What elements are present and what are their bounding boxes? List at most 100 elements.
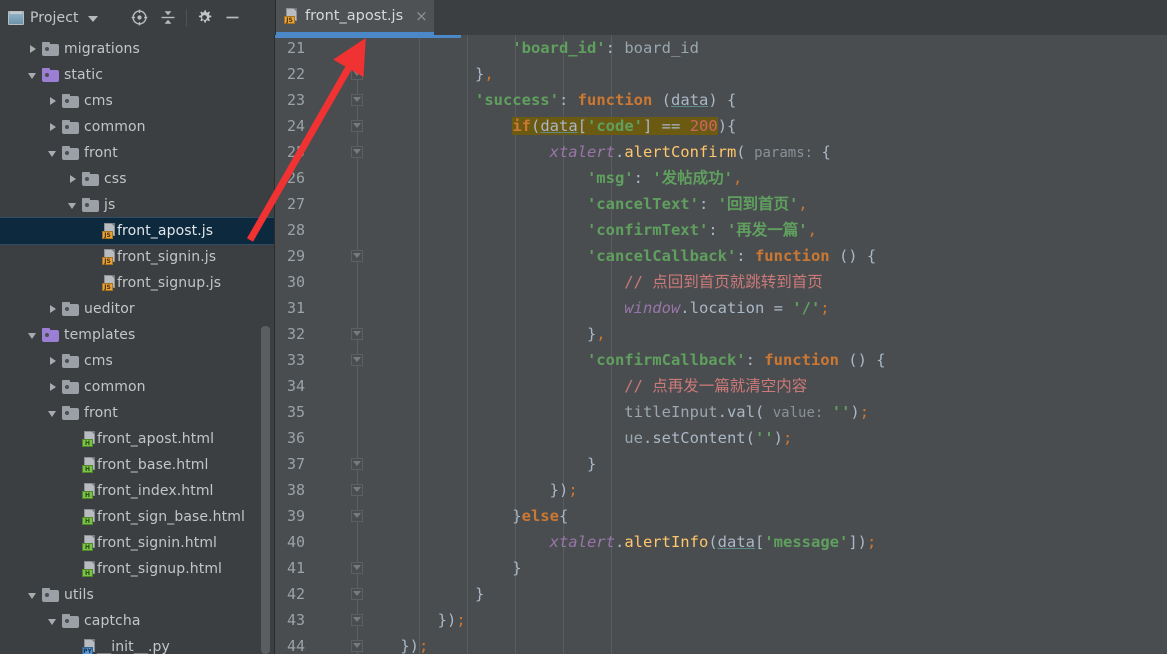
tree-item-front[interactable]: front — [0, 140, 274, 166]
code-line[interactable]: }, — [363, 61, 1167, 87]
chevron-right-icon[interactable] — [46, 354, 60, 368]
tree-item-front-signin-html[interactable]: Hfront_signin.html — [0, 530, 274, 556]
tab-front-apost-js[interactable]: JS front_apost.js × — [276, 0, 434, 35]
tree-item-label: front_base.html — [97, 457, 209, 473]
tree-item-migrations[interactable]: migrations — [0, 36, 274, 62]
code-line[interactable]: } — [363, 555, 1167, 581]
chevron-right-icon[interactable] — [66, 172, 80, 186]
tree-item--init-py[interactable]: PY __init__.py — [0, 634, 274, 654]
code-line[interactable]: }); — [363, 477, 1167, 503]
code-line[interactable]: }else{ — [363, 503, 1167, 529]
code-token: ){ — [717, 117, 737, 135]
code-line[interactable]: if(data['code'] == 200){ — [363, 113, 1167, 139]
code-line[interactable]: 'cancelCallback': function () { — [363, 243, 1167, 269]
chevron-right-icon[interactable] — [46, 94, 60, 108]
tree-item-templates[interactable]: templates — [0, 322, 274, 348]
tree-item-common[interactable]: common — [0, 114, 274, 140]
code-token: () { — [838, 351, 886, 369]
chevron-right-icon[interactable] — [46, 380, 60, 394]
code-token: . — [717, 403, 727, 421]
project-toolbar: Project — [0, 0, 275, 35]
chevron-down-icon[interactable] — [26, 68, 40, 82]
code-line[interactable]: }); — [363, 633, 1167, 654]
tree-item-cms[interactable]: cms — [0, 348, 274, 374]
tree-item-front-sign-base-html[interactable]: Hfront_sign_base.html — [0, 504, 274, 530]
chevron-down-icon[interactable] — [26, 588, 40, 602]
code-line[interactable]: 'board_id': board_id — [363, 35, 1167, 61]
html-file-icon: H — [82, 535, 97, 551]
tree-item-front-signup-js[interactable]: JS front_signup.js — [0, 270, 274, 296]
code-token: data — [717, 533, 755, 551]
tree-item-css[interactable]: css — [0, 166, 274, 192]
code-line[interactable]: }, — [363, 321, 1167, 347]
code-token: , — [596, 325, 606, 343]
chevron-right-icon[interactable] — [46, 302, 60, 316]
code-line[interactable]: 'cancelText': '回到首页', — [363, 191, 1167, 217]
folder-icon — [62, 406, 79, 420]
code-line[interactable]: xtalert.alertConfirm( params: { — [363, 139, 1167, 165]
code-line[interactable]: titleInput.val( value: ''); — [363, 399, 1167, 425]
code-line[interactable]: // 点回到首页就跳转到首页 — [363, 269, 1167, 295]
code-line[interactable]: } — [363, 451, 1167, 477]
code-token: alertInfo — [624, 533, 709, 551]
code-content[interactable]: 'board_id': board_id }, 'success': funct… — [363, 35, 1167, 654]
chevron-down-icon[interactable] — [26, 328, 40, 342]
tree-item-ueditor[interactable]: ueditor — [0, 296, 274, 322]
tree-item-common[interactable]: common — [0, 374, 274, 400]
chevron-down-icon[interactable] — [46, 406, 60, 420]
chevron-down-icon[interactable] — [46, 146, 60, 160]
project-panel-title[interactable]: Project — [8, 10, 98, 26]
code-line[interactable]: ue.setContent(''); — [363, 425, 1167, 451]
tree-item-front-signup-html[interactable]: Hfront_signup.html — [0, 556, 274, 582]
code-token: : — [698, 195, 718, 213]
code-line[interactable]: }); — [363, 607, 1167, 633]
code-token: val — [726, 403, 755, 421]
code-line[interactable]: window.location = '/'; — [363, 295, 1167, 321]
code-line[interactable]: 'confirmText': '再发一篇', — [363, 217, 1167, 243]
hide-panel-button[interactable] — [219, 5, 247, 31]
tree-item-front[interactable]: front — [0, 400, 274, 426]
tree-item-front-signin-js[interactable]: JS front_signin.js — [0, 244, 274, 270]
tree-item-utils[interactable]: utils — [0, 582, 274, 608]
tree-item-front-apost-js[interactable]: JS front_apost.js — [0, 217, 274, 245]
chevron-down-icon[interactable] — [66, 198, 80, 212]
line-number: 42 — [286, 585, 305, 603]
code-token: '再发一篇' — [726, 221, 808, 239]
code-line[interactable]: xtalert.alertInfo(data['message']); — [363, 529, 1167, 555]
chevron-right-icon[interactable] — [46, 120, 60, 134]
locate-in-tree-button[interactable] — [126, 5, 154, 31]
code-token: ; — [859, 403, 870, 421]
code-line[interactable]: 'confirmCallback': function () { — [363, 347, 1167, 373]
line-number: 36 — [286, 429, 305, 447]
line-number: 23 — [286, 91, 305, 109]
tree-item-front-index-html[interactable]: Hfront_index.html — [0, 478, 274, 504]
code-token: 'board_id' — [512, 39, 606, 57]
tree-item-front-apost-html[interactable]: Hfront_apost.html — [0, 426, 274, 452]
line-number: 32 — [286, 325, 305, 343]
tree-scrollbar[interactable] — [261, 326, 270, 654]
code-token: : — [558, 91, 578, 109]
tree-item-cms[interactable]: cms — [0, 88, 274, 114]
code-line[interactable]: } — [363, 581, 1167, 607]
chevron-down-icon[interactable] — [46, 614, 60, 628]
chevron-right-icon[interactable] — [26, 42, 40, 56]
tree-item-label: front_signup.html — [97, 561, 223, 577]
tree-item-label: js — [104, 197, 116, 213]
code-line[interactable]: 'success': function (data) { — [363, 87, 1167, 113]
code-line[interactable]: 'msg': '发帖成功', — [363, 165, 1167, 191]
tree-item-js[interactable]: js — [0, 192, 274, 218]
code-token: : — [605, 39, 625, 57]
tree-item-front-base-html[interactable]: Hfront_base.html — [0, 452, 274, 478]
tree-item-captcha[interactable]: captcha — [0, 608, 274, 634]
settings-button[interactable] — [191, 5, 219, 31]
collapse-all-button[interactable] — [154, 5, 182, 31]
folder-icon — [82, 198, 99, 212]
code-line[interactable]: // 点再发一篇就清空内容 — [363, 373, 1167, 399]
code-token: . — [614, 143, 625, 161]
chevron-down-icon[interactable] — [87, 15, 98, 22]
tree-item-static[interactable]: static — [0, 62, 274, 88]
close-icon[interactable]: × — [415, 8, 428, 24]
